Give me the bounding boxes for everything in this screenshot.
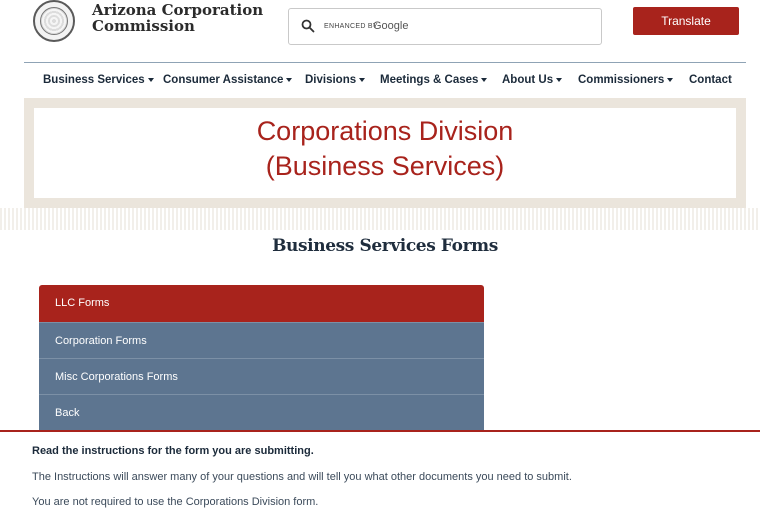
- instructions-heading: Read the instructions for the form you a…: [32, 445, 314, 457]
- nav-contact[interactable]: Contact: [689, 74, 732, 86]
- nav-commissioners[interactable]: Commissioners: [578, 74, 674, 86]
- hero-inner: Corporations Division (Business Services…: [34, 108, 736, 198]
- instructions-text-2: You are not required to use the Corporat…: [32, 496, 319, 508]
- nav-label: Divisions: [305, 74, 357, 86]
- menu-item-back[interactable]: Back: [39, 394, 484, 430]
- forms-menu: LLC Forms Corporation Forms Misc Corpora…: [39, 285, 484, 430]
- seal-inner: [40, 7, 68, 35]
- caret-down-icon: [359, 77, 366, 82]
- menu-item-llc-forms[interactable]: LLC Forms: [39, 285, 484, 322]
- page-title-line-2: (Business Services): [265, 151, 505, 181]
- caret-down-icon: [481, 77, 488, 82]
- caret-down-icon: [286, 77, 293, 82]
- nav-label: Contact: [689, 74, 732, 86]
- brand-line-1: Arizona Corporation: [92, 1, 264, 19]
- page-title-line-1: Corporations Division: [256, 116, 514, 146]
- nav-meetings-cases[interactable]: Meetings & Cases: [380, 74, 488, 86]
- enhanced-by-label: ENHANCED BY: [324, 23, 378, 30]
- nav-business-services[interactable]: Business Services: [43, 74, 154, 86]
- nav-consumer-assistance[interactable]: Consumer Assistance: [163, 74, 293, 86]
- nav-label: Consumer Assistance: [163, 74, 284, 86]
- section-title: Business Services Forms: [272, 236, 498, 256]
- google-label: Google: [373, 20, 409, 32]
- caret-down-icon: [667, 77, 674, 82]
- brand-name[interactable]: Arizona Corporation Commission: [92, 2, 263, 34]
- nav-label: Meetings & Cases: [380, 74, 479, 86]
- site-header: Arizona Corporation Commission ENHANCED …: [0, 0, 760, 60]
- instructions-text-1: The Instructions will answer many of you…: [32, 471, 572, 483]
- main-nav: Business Services Consumer Assistance Di…: [24, 62, 746, 98]
- nav-label: Business Services: [43, 74, 145, 86]
- nav-label: Commissioners: [578, 74, 665, 86]
- menu-item-corporation-forms[interactable]: Corporation Forms: [39, 322, 484, 358]
- caret-down-icon: [147, 77, 154, 82]
- search-box[interactable]: ENHANCED BY Google: [288, 8, 602, 45]
- decorative-stripe: [0, 208, 760, 230]
- search-icon[interactable]: [301, 19, 315, 33]
- nav-about-us[interactable]: About Us: [502, 74, 563, 86]
- search-input[interactable]: [439, 15, 589, 39]
- caret-down-icon: [556, 77, 563, 82]
- translate-button[interactable]: Translate: [633, 7, 739, 35]
- brand-line-2: Commission: [92, 17, 195, 35]
- instructions-panel: Read the instructions for the form you a…: [0, 430, 760, 521]
- hero-banner: Corporations Division (Business Services…: [24, 98, 746, 208]
- nav-divisions[interactable]: Divisions: [305, 74, 366, 86]
- menu-item-misc-corporations-forms[interactable]: Misc Corporations Forms: [39, 358, 484, 394]
- nav-label: About Us: [502, 74, 554, 86]
- commission-seal-logo[interactable]: [33, 0, 75, 42]
